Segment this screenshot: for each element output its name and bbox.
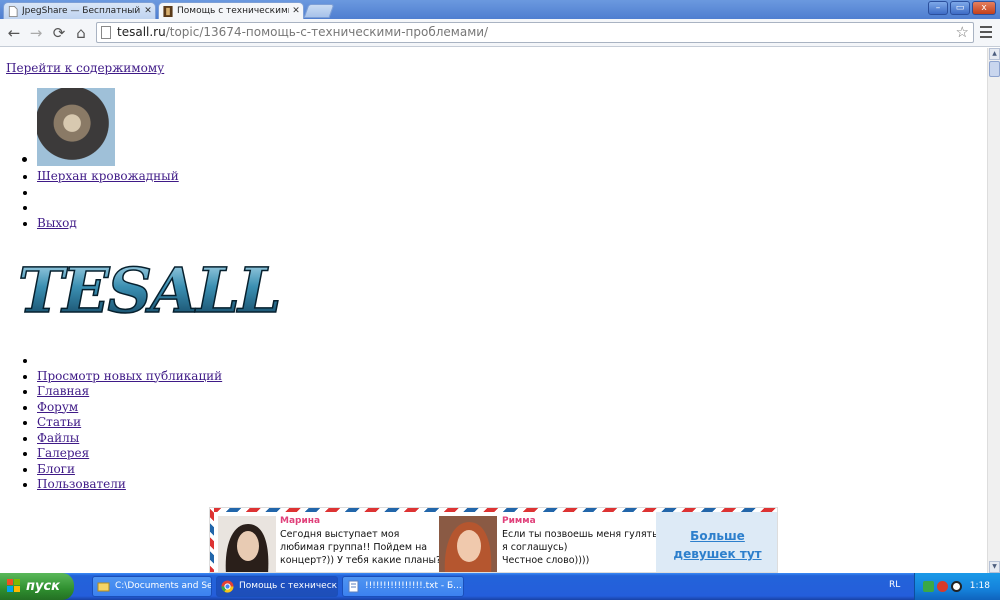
profile-name[interactable]: Римма	[502, 516, 536, 526]
page-viewport: Перейти к содержимому Шерхан кровожадный…	[0, 48, 987, 573]
nav-item	[37, 353, 222, 369]
user-menu-item	[37, 185, 179, 201]
clock[interactable]: 1:18	[970, 573, 990, 600]
notepad-icon	[348, 580, 359, 593]
nav-item: Главная	[37, 384, 222, 400]
airmail-border	[210, 508, 214, 572]
close-icon[interactable]: ✕	[289, 6, 303, 16]
start-label: пуск	[26, 579, 60, 594]
menu-icon[interactable]	[980, 26, 992, 38]
audio-icon[interactable]	[951, 581, 962, 592]
network-icon[interactable]	[923, 581, 934, 592]
page-icon	[101, 26, 111, 39]
page-icon	[8, 5, 18, 17]
tab-jpegshare[interactable]: JpegShare — Бесплатный х ✕	[3, 2, 156, 19]
windows-logo-icon	[7, 579, 20, 592]
skip-to-content-link[interactable]: Перейти к содержимому	[6, 61, 164, 75]
scroll-down-arrow-icon[interactable]: ▼	[989, 561, 1000, 573]
antivirus-icon[interactable]	[937, 581, 948, 592]
nav-link-forum[interactable]: Форум	[37, 400, 78, 414]
more-link-line: девушек тут	[673, 547, 762, 561]
tab-title: Помощь с техническими пр	[177, 6, 289, 16]
folder-icon	[97, 582, 110, 592]
new-tab-button[interactable]	[303, 4, 335, 18]
url-host: tesall.ru	[117, 25, 166, 39]
ad-banner[interactable]: Марина Сегодня выступает моя любимая гру…	[209, 507, 778, 573]
forward-arrow-icon[interactable]: →	[26, 23, 46, 43]
message-line: Если ты позвоешь меня гулять,	[502, 529, 661, 540]
bookmark-star-icon[interactable]: ☆	[956, 23, 969, 42]
nav-link-home[interactable]: Главная	[37, 384, 89, 398]
back-arrow-icon[interactable]: ←	[4, 23, 24, 43]
user-menu-item	[37, 200, 179, 216]
logo-text: TESALL	[18, 254, 279, 327]
nav-item: Пользователи	[37, 477, 222, 493]
nav-link-gallery[interactable]: Галерея	[37, 446, 89, 460]
taskbar-item-label: !!!!!!!!!!!!!!!!.txt - Б...	[365, 581, 462, 591]
user-menu-item: Шерхан кровожадный	[37, 169, 179, 185]
taskbar: пуск C:\Documents and Se... Помощь с тех…	[0, 573, 1000, 600]
language-indicator[interactable]: RL	[889, 580, 900, 590]
nav-item: Галерея	[37, 446, 222, 462]
site-favicon-icon	[163, 5, 173, 17]
vertical-scrollbar[interactable]: ▲ ▼	[987, 48, 1000, 573]
profile-name[interactable]: Марина	[280, 516, 320, 526]
tab-tesall[interactable]: Помощь с техническими пр ✕	[158, 2, 304, 19]
minimize-button[interactable]: –	[928, 1, 948, 15]
nav-item: Файлы	[37, 431, 222, 447]
browser-toolbar: ← → ⟳ ⌂ tesall.ru/topic/13674-помощь-с-т…	[0, 19, 1000, 47]
window-close-button[interactable]: x	[972, 1, 996, 15]
profile-message: Если ты позвоешь меня гулять, я соглашус…	[502, 528, 661, 567]
profile-message: Сегодня выступает моя любимая группа!! П…	[280, 528, 441, 567]
reload-icon[interactable]: ⟳	[49, 23, 69, 43]
main-navigation: Просмотр новых публикаций Главная Форум …	[37, 353, 222, 493]
system-tray: 1:18	[914, 573, 1000, 600]
close-icon[interactable]: ✕	[141, 6, 155, 16]
maximize-button[interactable]: ▭	[950, 1, 970, 15]
nav-item: Статьи	[37, 415, 222, 431]
taskbar-item-label: Помощь с техническ...	[239, 581, 338, 591]
nav-link-blogs[interactable]: Блоги	[37, 462, 75, 476]
taskbar-item-label: C:\Documents and Se...	[115, 581, 212, 591]
chrome-icon	[221, 580, 234, 593]
taskbar-item-explorer[interactable]: C:\Documents and Se...	[92, 576, 212, 597]
username-link[interactable]: Шерхан кровожадный	[37, 169, 179, 183]
message-line: концерт?)) У тебя какие планы?	[280, 555, 442, 566]
user-avatar[interactable]	[37, 88, 115, 166]
more-girls-link[interactable]: Больше девушек тут	[656, 512, 777, 572]
nav-item: Форум	[37, 400, 222, 416]
nav-item: Просмотр новых публикаций	[37, 369, 222, 385]
taskbar-item-chrome[interactable]: Помощь с техническ...	[216, 576, 338, 597]
home-icon[interactable]: ⌂	[71, 23, 91, 43]
start-button[interactable]: пуск	[0, 573, 74, 600]
url-path: /topic/13674-помощь-с-техническими-пробл…	[165, 25, 489, 39]
tab-strip: JpegShare — Бесплатный х ✕ Помощь с техн…	[0, 0, 1000, 19]
user-menu-item: Выход	[37, 216, 179, 232]
nav-link-new-content[interactable]: Просмотр новых публикаций	[37, 369, 222, 383]
profile-photo[interactable]	[218, 516, 276, 573]
profile-photo[interactable]	[439, 516, 497, 573]
taskbar-item-notepad[interactable]: !!!!!!!!!!!!!!!!.txt - Б...	[342, 576, 464, 597]
message-line: Честное слово))))	[502, 555, 590, 566]
message-line: Сегодня выступает моя	[280, 529, 400, 540]
message-line: любимая группа!! Пойдем на	[280, 542, 428, 553]
address-bar[interactable]: tesall.ru/topic/13674-помощь-с-техническ…	[96, 22, 974, 43]
nav-link-articles[interactable]: Статьи	[37, 415, 81, 429]
nav-item: Блоги	[37, 462, 222, 478]
site-logo[interactable]: TESALL	[14, 246, 290, 338]
scroll-up-arrow-icon[interactable]: ▲	[989, 48, 1000, 60]
user-menu: Шерхан кровожадный Выход	[37, 169, 179, 231]
list-bullet	[22, 157, 27, 162]
nav-link-users[interactable]: Пользователи	[37, 477, 126, 491]
more-link-line: Больше	[690, 529, 745, 543]
nav-link-files[interactable]: Файлы	[37, 431, 79, 445]
logout-link[interactable]: Выход	[37, 216, 77, 230]
message-line: я соглашусь)	[502, 542, 568, 553]
tab-title: JpegShare — Бесплатный х	[22, 6, 141, 16]
scroll-thumb[interactable]	[989, 61, 1000, 77]
